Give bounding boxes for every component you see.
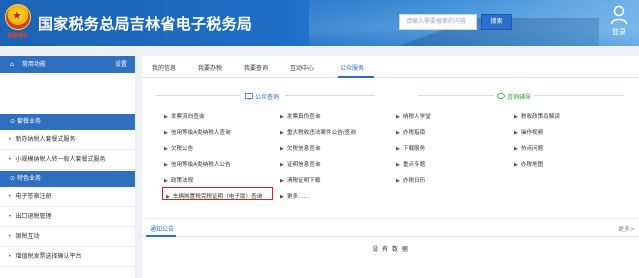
sidebar-empty-area bbox=[0, 73, 135, 113]
package-icon: ⊙ bbox=[10, 118, 17, 125]
tab-notice[interactable]: 通知公告 bbox=[150, 224, 174, 233]
notice-header: 通知公告 更多> bbox=[142, 219, 639, 237]
sidebar-item-label: 增值税发票选择确认平台 bbox=[15, 253, 82, 260]
link-label: 发票真伪查询 bbox=[286, 114, 321, 120]
link-label: 热点问题 bbox=[520, 146, 544, 152]
sidebar-item-label: 银税互动 bbox=[15, 233, 40, 240]
link-invoice-authenticity[interactable]: ▶ 发票真伪查询 bbox=[280, 112, 320, 120]
link-clearance-download[interactable]: ▶ 清税证明下载 bbox=[280, 176, 320, 184]
section-label: 公众查询 bbox=[255, 94, 280, 101]
tab-query[interactable]: 我要查询 bbox=[244, 63, 268, 72]
divider-line bbox=[418, 95, 494, 96]
link-operation-video[interactable]: ▶ 操作视频 bbox=[514, 128, 543, 136]
link-tax-guide[interactable]: ▶ 办税指南 bbox=[396, 128, 425, 136]
link-label: 重点专题 bbox=[402, 162, 426, 168]
link-hot-issues[interactable]: ▶ 热点问题 bbox=[514, 144, 543, 152]
search-input[interactable]: 请输入需要搜索的内容 bbox=[399, 14, 477, 30]
sidebar-item-vat-invoice[interactable]: • 增值税发票选择确认平台 bbox=[0, 247, 135, 267]
link-label: 办税地图 bbox=[520, 162, 544, 168]
notice-panel: 通知公告 更多> 没 有 数 据 bbox=[142, 219, 639, 278]
consult-title: 咨询辅导 bbox=[497, 92, 531, 101]
link-label: 清税证明下载 bbox=[286, 178, 321, 184]
section-title: 特色业务 bbox=[16, 175, 41, 182]
sidebar-item-label: 出口退税管理 bbox=[15, 213, 52, 220]
user-icon bbox=[610, 5, 628, 25]
link-tax-map[interactable]: ▶ 办税地图 bbox=[514, 160, 543, 168]
empty-message: 没 有 数 据 bbox=[372, 246, 409, 253]
monitor-icon bbox=[245, 93, 253, 100]
tab-tax-handling[interactable]: 我要办税 bbox=[198, 63, 222, 72]
divider-line bbox=[156, 95, 240, 96]
link-arrears-query[interactable]: ▶ 欠税信息查询 bbox=[280, 144, 320, 152]
active-tab-indicator bbox=[338, 76, 374, 78]
public-query-title: 公众查询 bbox=[245, 92, 279, 101]
login-label: 登录 bbox=[612, 28, 626, 36]
sidebar-item-label: 电子签章注册 bbox=[15, 193, 52, 200]
tax-emblem-logo: ★ 国家税务 bbox=[4, 4, 32, 42]
link-credit-a-query[interactable]: ▶ 信用等级A类纳税人查询 bbox=[164, 128, 231, 136]
tab-interaction[interactable]: 互动中心 bbox=[290, 63, 314, 72]
link-label: 更多…… bbox=[286, 194, 310, 200]
login-button[interactable]: 登录 bbox=[604, 5, 634, 41]
sidebar-section-package[interactable]: ⊙ 套餐业务 bbox=[0, 114, 135, 130]
link-more[interactable]: ▶ 更多…… bbox=[280, 192, 309, 200]
highlight-box bbox=[162, 187, 273, 200]
link-label: 发票流向查询 bbox=[170, 114, 205, 120]
sidebar-item-e-signature[interactable]: • 电子签章注册 bbox=[0, 187, 135, 207]
special-icon: ⊙ bbox=[10, 175, 17, 182]
notice-tab-indicator bbox=[146, 235, 176, 237]
tab-bar: 我的信息 我要办税 我要查询 互动中心 公众服务 bbox=[142, 56, 639, 78]
link-key-topics[interactable]: ▶ 重点专题 bbox=[396, 160, 425, 168]
link-label: 操作视频 bbox=[520, 130, 544, 136]
notice-more-link[interactable]: 更多> bbox=[618, 224, 635, 233]
link-label: 办税日历 bbox=[402, 178, 426, 184]
home-icon: ⌂ bbox=[10, 61, 14, 68]
tab-public-service[interactable]: 公众服务 bbox=[340, 63, 364, 72]
link-major-violation[interactable]: ▶ 重大税收违法案件公告/查询 bbox=[280, 128, 356, 136]
link-label: 税收政策及解读 bbox=[520, 114, 561, 120]
top-header: ★ 国家税务 国家税务总局吉林省电子税务局 请输入需要搜索的内容 搜索 登录 bbox=[0, 0, 639, 46]
link-label: 证明信息查询 bbox=[286, 162, 321, 168]
divider-line bbox=[285, 95, 375, 96]
link-label: 政策法规 bbox=[170, 178, 194, 184]
link-credit-a-notice[interactable]: ▶ 信用等级A类纳税人公告 bbox=[164, 160, 231, 168]
link-taxpayer-school[interactable]: ▶ 纳税人学堂 bbox=[396, 112, 431, 120]
tab-my-info[interactable]: 我的信息 bbox=[152, 63, 176, 72]
settings-link[interactable]: 设置 bbox=[115, 56, 127, 73]
emblem-text: 国家税务 bbox=[7, 33, 28, 39]
sidebar-item-label: 小规模纳税人转一般人套餐式服务 bbox=[15, 156, 106, 163]
star-icon: ★ bbox=[12, 9, 22, 22]
link-label: 办税指南 bbox=[402, 130, 426, 136]
sidebar-item-bank-tax[interactable]: • 银税互动 bbox=[0, 227, 135, 247]
sidebar-item-export-refund[interactable]: • 出口退税管理 bbox=[0, 207, 135, 227]
common-functions-label: 常用功能 bbox=[21, 61, 46, 68]
sidebar-section-special[interactable]: ⊙ 特色业务 bbox=[0, 171, 135, 187]
sidebar-item-label: 新办纳税人套餐式服务 bbox=[15, 136, 76, 143]
search-button[interactable]: 搜索 bbox=[481, 14, 512, 30]
link-invoice-flow[interactable]: ▶ 发票流向查询 bbox=[164, 112, 204, 120]
link-policy-regulations[interactable]: ▶ 政策法规 bbox=[164, 176, 193, 184]
link-label: 信用等级A类纳税人查询 bbox=[170, 130, 231, 136]
section-label: 咨询辅导 bbox=[507, 94, 532, 101]
chat-icon bbox=[497, 93, 505, 99]
sidebar-item-new-taxpayer[interactable]: • 新办纳税人套餐式服务 bbox=[0, 130, 135, 150]
sidebar-common-functions[interactable]: ⌂ 常用功能 设置 bbox=[0, 56, 135, 73]
link-label: 下载服务 bbox=[402, 146, 426, 152]
app-root: ★ 国家税务 国家税务总局吉林省电子税务局 请输入需要搜索的内容 搜索 登录 ⌂… bbox=[0, 0, 639, 278]
link-label: 欠税信息查询 bbox=[286, 146, 321, 152]
link-label: 重大税收违法案件公告/查询 bbox=[286, 130, 356, 136]
site-title: 国家税务总局吉林省电子税务局 bbox=[38, 15, 253, 33]
link-label: 纳税人学堂 bbox=[402, 114, 431, 120]
link-tax-policy[interactable]: ▶ 税收政策及解读 bbox=[514, 112, 560, 120]
divider-line bbox=[534, 95, 624, 96]
link-label: 欠税公告 bbox=[170, 146, 194, 152]
link-download-service[interactable]: ▶ 下载服务 bbox=[396, 144, 425, 152]
link-certificate-query[interactable]: ▶ 证明信息查询 bbox=[280, 160, 320, 168]
link-label: 信用等级A类纳税人公告 bbox=[170, 162, 231, 168]
link-tax-calendar[interactable]: ▶ 办税日历 bbox=[396, 176, 425, 184]
section-title: 套餐业务 bbox=[16, 118, 41, 125]
sidebar: ⌂ 常用功能 设置 ⊙ 套餐业务 • 新办纳税人套餐式服务 • 小规模纳税人转一般人… bbox=[0, 56, 135, 278]
sidebar-item-small-scale[interactable]: • 小规模纳税人转一般人套餐式服务 bbox=[0, 150, 135, 170]
link-tax-arrears-notice[interactable]: ▶ 欠税公告 bbox=[164, 144, 193, 152]
